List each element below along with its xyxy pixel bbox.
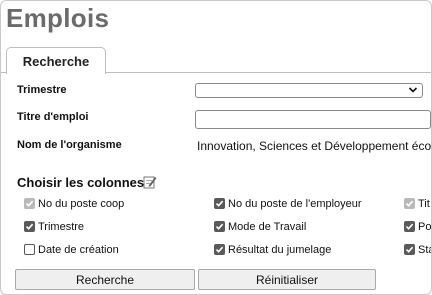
organisme-label: Nom de l'organisme xyxy=(17,139,122,151)
checkbox-poste[interactable] xyxy=(404,221,415,232)
checkbox-label-date-creation: Date de création xyxy=(38,244,119,256)
checkbox-date-creation[interactable] xyxy=(24,244,35,255)
checkbox-label-mode-travail: Mode de Travail xyxy=(228,221,307,233)
trimestre-select[interactable] xyxy=(195,83,423,98)
columns-title: Choisir les colonnes xyxy=(17,175,145,190)
checkbox-mode-travail[interactable] xyxy=(214,221,225,232)
check-icon xyxy=(215,223,224,230)
page-title: Emplois xyxy=(6,3,110,33)
checkbox-label-titre: Tit xyxy=(418,198,430,210)
checkbox-label-no-poste-employeur: No du poste de l'employeur xyxy=(228,198,362,210)
checkbox-no-poste-employeur[interactable] xyxy=(214,198,225,209)
organisme-value: Innovation, Sciences et Développement éc… xyxy=(197,139,432,153)
checkbox-label-statut: Sta xyxy=(418,244,431,256)
checkbox-trimestre[interactable] xyxy=(24,221,35,232)
titre-emploi-input[interactable] xyxy=(195,110,431,129)
search-button[interactable]: Recherche xyxy=(15,269,195,290)
checkbox-titre[interactable] xyxy=(404,198,415,209)
checkbox-label-resultat-jumelage: Résultat du jumelage xyxy=(228,244,332,256)
trimestre-label: Trimestre xyxy=(17,84,67,96)
checkbox-label-no-poste-coop: No du poste coop xyxy=(38,198,125,210)
titre-emploi-label: Titre d'emploi xyxy=(17,111,89,123)
checkbox-label-trimestre: Trimestre xyxy=(38,221,85,233)
checkbox-no-poste-coop[interactable] xyxy=(24,198,35,209)
check-icon xyxy=(405,223,414,230)
check-icon xyxy=(405,200,414,207)
reset-button[interactable]: Réinitialiser xyxy=(198,269,376,290)
checkbox-label-poste: Po xyxy=(418,221,432,233)
check-icon xyxy=(215,200,224,207)
edit-icon[interactable] xyxy=(143,175,157,189)
check-icon xyxy=(25,200,34,207)
window: Emplois Recherche Trimestre Titre d'empl… xyxy=(0,0,432,295)
checkbox-statut[interactable] xyxy=(404,244,415,255)
chevron-down-icon xyxy=(408,87,418,93)
tab-recherche[interactable]: Recherche xyxy=(6,47,106,74)
check-icon xyxy=(405,246,414,253)
check-icon xyxy=(25,223,34,230)
check-icon xyxy=(215,246,224,253)
checkbox-resultat-jumelage[interactable] xyxy=(214,244,225,255)
